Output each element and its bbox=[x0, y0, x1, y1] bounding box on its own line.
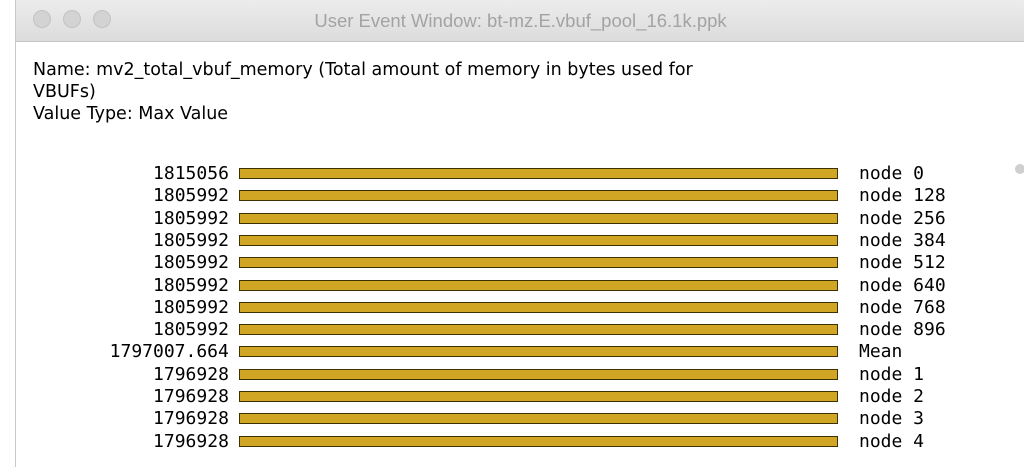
bar-value-label: 1797007.664 bbox=[109, 341, 229, 363]
bar-row: 1796928 node 2 bbox=[16, 385, 1016, 407]
bar[interactable] bbox=[239, 435, 838, 447]
bar-value-label: 1805992 bbox=[153, 185, 229, 207]
bar-value-label: 1805992 bbox=[153, 296, 229, 318]
bar[interactable] bbox=[239, 301, 838, 313]
bar[interactable] bbox=[239, 190, 838, 202]
bar-value-label: 1805992 bbox=[153, 274, 229, 296]
bar-value-label: 1796928 bbox=[153, 363, 229, 385]
bar[interactable] bbox=[239, 324, 838, 336]
bar-category-label: node 512 bbox=[859, 252, 946, 274]
bar-row: 1796928 node 1 bbox=[16, 363, 1016, 385]
bar-row: 1796928 node 4 bbox=[16, 430, 1016, 452]
bar[interactable] bbox=[239, 391, 838, 402]
bar-row: 1805992 node 640 bbox=[16, 274, 1016, 296]
bar[interactable] bbox=[239, 257, 838, 269]
bar-category-label: node 896 bbox=[859, 319, 946, 341]
bar[interactable] bbox=[239, 413, 838, 425]
bar-category-label: node 256 bbox=[859, 207, 946, 229]
vertical-scrollbar[interactable] bbox=[1015, 164, 1024, 174]
bar-category-label: node 2 bbox=[859, 386, 925, 407]
bar-value-label: 1805992 bbox=[153, 319, 229, 341]
bar-category-label: Mean bbox=[859, 341, 903, 363]
bar-value-label: 1796928 bbox=[153, 408, 229, 430]
title-bar[interactable]: User Event Window: bt-mz.E.vbuf_pool_16.… bbox=[16, 0, 1024, 42]
bar-value-label: 1796928 bbox=[153, 386, 229, 407]
bar-value-label: 1796928 bbox=[153, 430, 229, 452]
bar[interactable] bbox=[239, 346, 838, 358]
bar-category-label: node 128 bbox=[859, 185, 946, 207]
bar-category-label: node 768 bbox=[859, 296, 946, 318]
bar-category-label: node 640 bbox=[859, 274, 946, 296]
bar-value-label: 1805992 bbox=[153, 229, 229, 251]
bar-row: 1805992 node 512 bbox=[16, 251, 1016, 273]
bar-row: 1805992 node 384 bbox=[16, 229, 1016, 251]
bar-category-label: node 0 bbox=[859, 163, 925, 184]
bar-row: 1797007.664 Mean bbox=[16, 340, 1016, 362]
bar[interactable] bbox=[239, 168, 838, 179]
event-name-continued: VBUFs) bbox=[33, 82, 96, 102]
bar[interactable] bbox=[239, 279, 838, 291]
bar-row: 1815056 node 0 bbox=[16, 162, 1016, 184]
bar-category-label: node 3 bbox=[859, 408, 925, 430]
bar-category-label: node 1 bbox=[859, 363, 925, 385]
bar-row: 1805992 node 256 bbox=[16, 207, 1016, 229]
event-name-line: Name: mv2_total_vbuf_memory (Total amoun… bbox=[33, 60, 693, 80]
bar-row: 1805992 node 768 bbox=[16, 296, 1016, 318]
bar[interactable] bbox=[239, 234, 838, 246]
bar-chart: 1815056 node 0 1805992 node 128 1805992 node … bbox=[16, 162, 1016, 467]
bar-row: 1805992 node 128 bbox=[16, 184, 1016, 206]
user-event-window: User Event Window: bt-mz.E.vbuf_pool_16.… bbox=[15, 0, 1024, 467]
bar-value-label: 1805992 bbox=[153, 252, 229, 274]
bar[interactable] bbox=[239, 368, 838, 380]
bar-value-label: 1805992 bbox=[153, 207, 229, 229]
bar-value-label: 1815056 bbox=[153, 163, 229, 184]
bar-category-label: node 384 bbox=[859, 229, 946, 251]
value-type: Value Type: Max Value bbox=[33, 104, 229, 124]
bar-row: 1796928 node 3 bbox=[16, 407, 1016, 429]
bar[interactable] bbox=[239, 212, 838, 224]
event-info: Name: mv2_total_vbuf_memory (Total amoun… bbox=[33, 59, 1013, 125]
bar-row: 1805992 node 896 bbox=[16, 318, 1016, 340]
window-title: User Event Window: bt-mz.E.vbuf_pool_16.… bbox=[314, 10, 727, 31]
bar-category-label: node 4 bbox=[859, 430, 925, 452]
